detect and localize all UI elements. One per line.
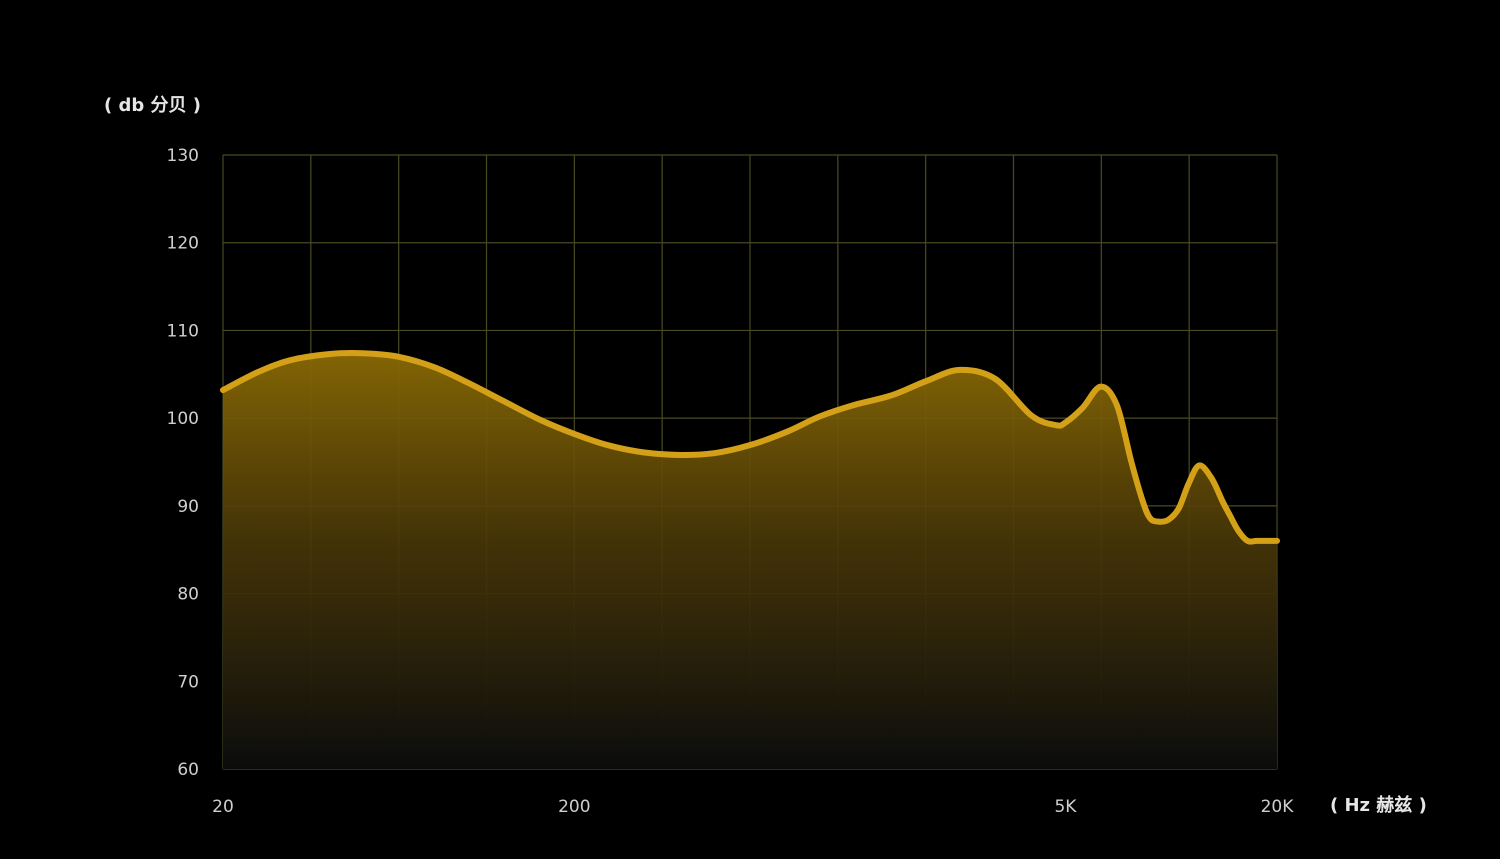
y-tick-label: 120 bbox=[167, 234, 199, 254]
y-axis-title: ( db 分贝 ) bbox=[104, 95, 201, 116]
y-axis-ticks: 130 120 110 100 90 80 70 60 bbox=[167, 146, 199, 780]
y-tick-label: 80 bbox=[177, 585, 199, 605]
x-tick-label: 20 bbox=[212, 797, 234, 817]
x-axis-title: ( Hz 赫兹 ) bbox=[1330, 794, 1427, 816]
y-tick-label: 100 bbox=[167, 409, 199, 429]
frequency-response-chart: 130 120 110 100 90 80 70 60 20 200 5K 20K ( db 分贝 … bbox=[104, 95, 1427, 817]
y-tick-label: 70 bbox=[177, 672, 199, 692]
y-tick-label: 130 bbox=[167, 146, 199, 166]
x-axis-ticks: 20 200 5K 20K bbox=[212, 797, 1294, 817]
x-tick-label: 200 bbox=[558, 797, 590, 817]
y-tick-label: 110 bbox=[167, 321, 199, 341]
y-tick-label: 90 bbox=[177, 497, 199, 517]
x-tick-label: 20K bbox=[1261, 797, 1295, 817]
x-tick-label: 5K bbox=[1054, 797, 1077, 817]
y-tick-label: 60 bbox=[177, 760, 199, 780]
